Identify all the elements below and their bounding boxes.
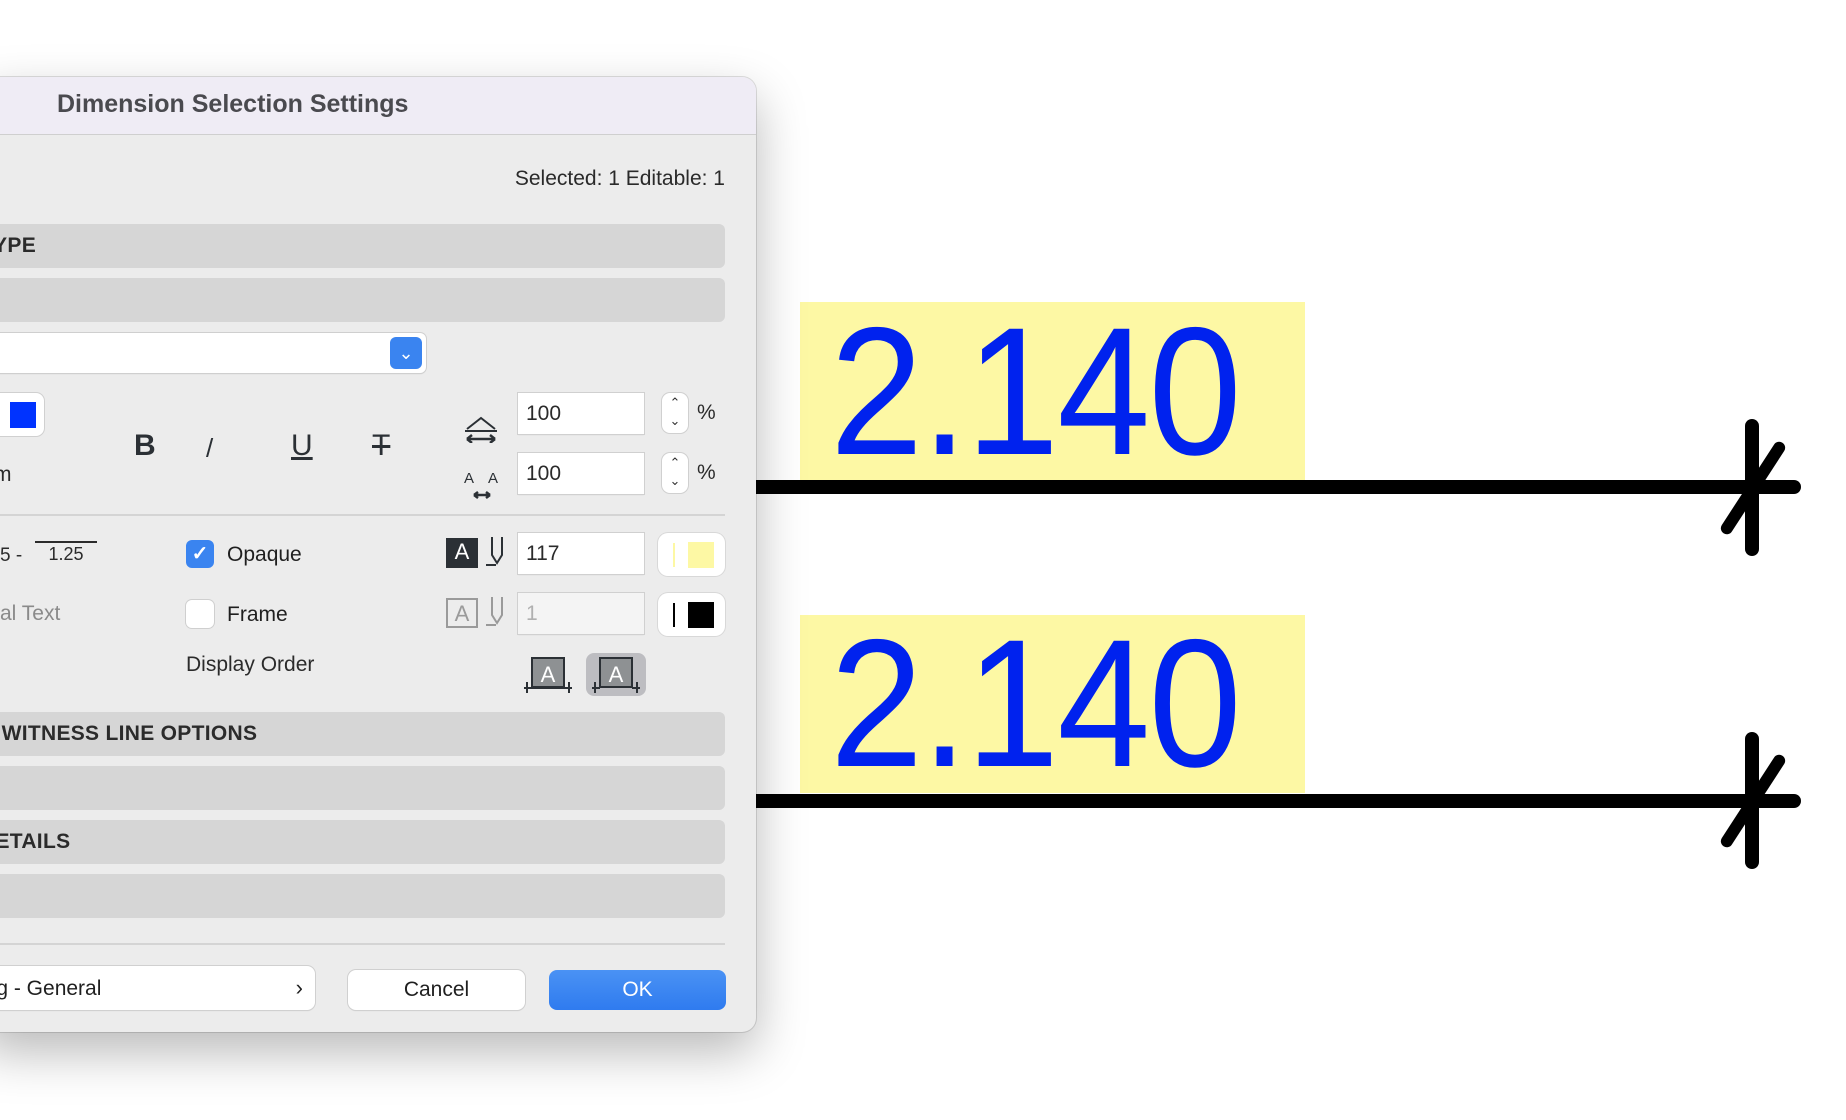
dimension-selection-settings-dialog: Dimension Selection Settings Selected: 1… [0, 77, 756, 1032]
opaque-label[interactable]: Opaque [227, 543, 302, 567]
section-header-witness-line-options[interactable]: D WITNESS LINE OPTIONS [0, 712, 725, 756]
width-factor-input[interactable] [518, 393, 644, 434]
pen-color-swatch [10, 402, 36, 428]
bold-icon[interactable]: B [134, 429, 156, 463]
fill-pen-input[interactable] [518, 533, 644, 574]
fraction-value: 1.25 [35, 541, 97, 565]
spacing-factor-stepper[interactable]: ⌃ ⌄ [662, 453, 688, 493]
width-factor-stepper[interactable]: ⌃ ⌄ [662, 393, 688, 433]
opaque-checkbox[interactable]: ✓ [186, 540, 214, 568]
vertical-text-label: al Text [0, 602, 61, 625]
spacing-factor-input[interactable] [518, 453, 644, 494]
section-header-collapsed[interactable] [0, 874, 725, 918]
svg-text:A: A [541, 662, 556, 687]
svg-text:A: A [609, 662, 624, 687]
divider [0, 514, 725, 516]
section-header-collapsed[interactable] [0, 278, 725, 322]
percent-label: % [697, 461, 716, 484]
favorites-button[interactable]: ing - General › [0, 966, 315, 1010]
display-order-text-behind-icon[interactable]: A [522, 655, 574, 693]
text-width-factor-icon [465, 416, 497, 443]
pen-icon [486, 537, 503, 566]
dialog-titlebar[interactable]: Dimension Selection Settings [0, 77, 756, 135]
font-dropdown[interactable]: ⌄ [0, 333, 426, 373]
section-header-label: TYPE [0, 234, 37, 257]
frame-color-swatch [688, 602, 714, 628]
display-order-text-front-icon: A [592, 657, 640, 693]
fill-pen-icon: A [446, 538, 478, 568]
color-indicator [673, 603, 675, 627]
frame-checkbox[interactable] [186, 600, 214, 628]
display-order-label: Display Order [186, 653, 315, 676]
dimension-text[interactable]: 2.140 [830, 300, 1242, 482]
dialog-title: Dimension Selection Settings [57, 90, 409, 118]
section-header-details[interactable]: DETAILS [0, 820, 725, 864]
selection-info: Selected: 1 Editable: 1 [514, 167, 725, 190]
fill-color-swatch [688, 542, 714, 568]
frame-pen-icon: A [446, 598, 478, 628]
fill-color-button[interactable] [658, 533, 725, 576]
chevron-right-icon: › [295, 975, 303, 1000]
text-pen-color-button[interactable] [0, 393, 44, 436]
text-size-unit-label: m [0, 463, 12, 486]
dimension-line[interactable] [755, 480, 1801, 494]
frame-color-button[interactable] [658, 593, 725, 636]
percent-label: % [697, 401, 716, 424]
pen-icon [486, 597, 503, 626]
divider [0, 943, 725, 945]
favorites-label: ing - General [0, 977, 102, 1000]
section-header-collapsed[interactable] [0, 766, 725, 810]
frame-pen-input [518, 593, 644, 634]
display-order-text-front-button[interactable]: A [586, 653, 646, 696]
ok-button[interactable]: OK [549, 970, 726, 1010]
chevron-down-icon[interactable]: ⌄ [390, 337, 422, 369]
cancel-button[interactable]: Cancel [348, 970, 525, 1010]
section-header-type[interactable]: TYPE [0, 224, 725, 268]
section-header-label: DETAILS [0, 830, 71, 853]
dimension-line[interactable] [755, 794, 1801, 808]
strikethrough-icon[interactable]: T [372, 429, 390, 463]
color-indicator [673, 543, 675, 567]
italic-icon[interactable]: / [206, 433, 213, 464]
character-spacing-icon: A A [464, 470, 498, 499]
dimension-text[interactable]: 2.140 [830, 612, 1242, 794]
svg-text:A: A [488, 470, 498, 487]
svg-text:A: A [464, 470, 474, 487]
section-header-label: D WITNESS LINE OPTIONS [0, 722, 258, 745]
frame-label[interactable]: Frame [227, 603, 288, 627]
underline-icon[interactable]: U [291, 429, 313, 463]
fraction-prefix: 5 - [0, 545, 23, 566]
